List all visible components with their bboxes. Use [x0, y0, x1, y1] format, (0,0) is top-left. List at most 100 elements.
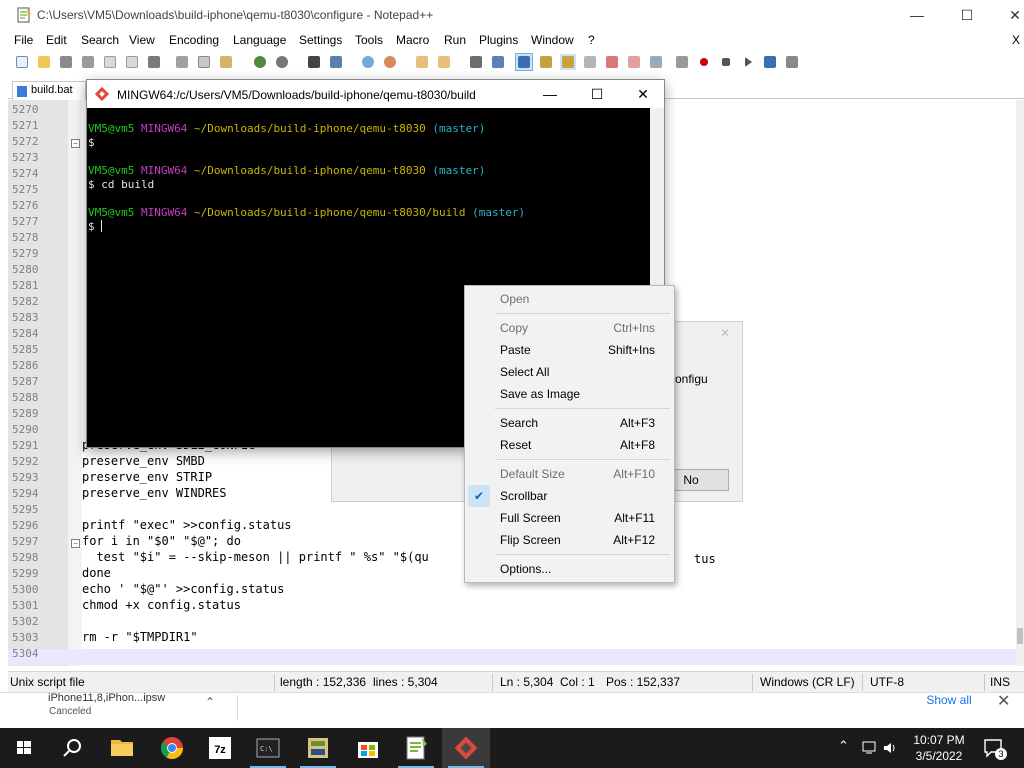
menu-item-copy[interactable]: Copy Ctrl+Ins — [466, 317, 673, 339]
fold-toggle-icon[interactable]: − — [71, 539, 80, 548]
tab-build-bat[interactable]: build.bat — [12, 81, 86, 100]
replace-icon[interactable] — [328, 54, 344, 70]
show-all-characters-icon[interactable] — [490, 54, 506, 70]
show-all-button[interactable]: Show all — [914, 693, 984, 717]
menu-file[interactable]: File — [14, 33, 33, 47]
notepadpp-icon[interactable] — [392, 728, 440, 768]
menu-encoding[interactable]: Encoding — [169, 33, 219, 47]
print-icon[interactable] — [146, 54, 162, 70]
vertical-scrollbar[interactable] — [1016, 100, 1024, 666]
status-encoding[interactable]: UTF-8 — [870, 675, 904, 689]
volume-icon[interactable] — [882, 740, 898, 756]
terminal-titlebar[interactable]: MINGW64:/c/Users/VM5/Downloads/build-iph… — [87, 80, 664, 108]
menu-settings[interactable]: Settings — [299, 33, 342, 47]
sync-vertical-icon[interactable] — [414, 54, 430, 70]
close-button[interactable]: ✕ — [620, 80, 666, 108]
play-macro-multiple-icon[interactable] — [762, 54, 778, 70]
close-file-icon[interactable] — [102, 54, 118, 70]
record-macro-icon[interactable] — [696, 54, 712, 70]
indent-guide-icon[interactable] — [515, 53, 533, 71]
cut-icon[interactable] — [174, 54, 190, 70]
menu-macro[interactable]: Macro — [396, 33, 429, 47]
undo-icon[interactable] — [252, 54, 268, 70]
chrome-icon[interactable] — [148, 728, 196, 768]
fold-toggle-icon[interactable]: − — [71, 139, 80, 148]
folder-workspace-icon[interactable] — [604, 54, 620, 70]
zoom-out-icon[interactable] — [382, 54, 398, 70]
menu-tools[interactable]: Tools — [355, 33, 383, 47]
menu-window[interactable]: Window — [531, 33, 574, 47]
maximize-button[interactable]: ☐ — [574, 80, 620, 108]
menu-edit[interactable]: Edit — [46, 33, 67, 47]
clock[interactable]: 10:07 PM 3/5/2022 — [903, 732, 975, 764]
code-line: echo ' "$@"' >>config.status — [82, 582, 285, 596]
monitoring-icon[interactable] — [626, 54, 642, 70]
menu-item-scrollbar[interactable]: ✔ Scrollbar — [466, 485, 673, 507]
find-icon[interactable] — [306, 54, 322, 70]
close-all-icon[interactable] — [124, 54, 140, 70]
scrollbar-thumb[interactable] — [1017, 628, 1023, 644]
user-language-icon[interactable] — [538, 54, 554, 70]
zoom-in-icon[interactable] — [360, 54, 376, 70]
function-list-icon[interactable] — [582, 54, 598, 70]
menu-item-search[interactable]: Search Alt+F3 — [466, 412, 673, 434]
menu-item-options[interactable]: Options... — [466, 558, 673, 580]
status-file-type: Unix script file — [10, 675, 85, 689]
close-icon[interactable]: ✕ — [720, 326, 730, 340]
play-macro-icon[interactable] — [740, 54, 756, 70]
menu-run[interactable]: Run — [444, 33, 466, 47]
terminal-icon[interactable]: C:\ — [244, 728, 292, 768]
command-line: $ — [88, 220, 103, 233]
word-wrap-icon[interactable] — [468, 54, 484, 70]
maximize-button[interactable]: ☐ — [944, 0, 990, 31]
line-number: 5271 — [12, 119, 39, 132]
status-insert-mode[interactable]: INS — [990, 675, 1010, 689]
paste-icon[interactable] — [218, 54, 234, 70]
network-icon[interactable] — [862, 740, 878, 756]
sync-horizontal-icon[interactable] — [436, 54, 452, 70]
show-eye-icon[interactable] — [648, 54, 664, 70]
menu-item-default-size[interactable]: Default Size Alt+F10 — [466, 463, 673, 485]
close-icon[interactable]: ✕ — [997, 691, 1010, 711]
menu-plugins[interactable]: Plugins — [479, 33, 518, 47]
save-all-icon[interactable] — [80, 54, 96, 70]
close-button[interactable]: ✕ — [992, 0, 1024, 31]
chevron-up-icon[interactable]: ⌃ — [838, 738, 849, 754]
chevron-up-icon[interactable]: ⌃ — [205, 695, 215, 709]
git-bash-icon[interactable] — [442, 728, 490, 768]
file-explorer-icon[interactable] — [98, 728, 146, 768]
document-map-icon[interactable] — [560, 54, 576, 70]
line-number: 5292 — [12, 455, 39, 468]
stop-macro-icon[interactable] — [718, 54, 734, 70]
open-file-icon[interactable] — [36, 54, 52, 70]
new-file-icon[interactable] — [14, 54, 30, 70]
notepadpp-titlebar[interactable]: C:\Users\VM5\Downloads\build-iphone\qemu… — [8, 0, 1024, 31]
menu-search[interactable]: Search — [81, 33, 119, 47]
status-eol[interactable]: Windows (CR LF) — [760, 675, 855, 689]
store-icon[interactable] — [344, 728, 392, 768]
menu-item-save-as-image[interactable]: Save as Image — [466, 383, 673, 405]
search-icon[interactable] — [48, 728, 96, 768]
menu-item-paste[interactable]: Paste Shift+Ins — [466, 339, 673, 361]
toolbar — [8, 51, 1024, 75]
menu-item-full-screen[interactable]: Full Screen Alt+F11 — [466, 507, 673, 529]
save-icon[interactable] — [58, 54, 74, 70]
menu-item-flip-screen[interactable]: Flip Screen Alt+F12 — [466, 529, 673, 551]
git-gui-icon[interactable] — [294, 728, 342, 768]
menu-item-reset[interactable]: Reset Alt+F8 — [466, 434, 673, 456]
menu-item-select-all[interactable]: Select All — [466, 361, 673, 383]
download-filename[interactable]: iPhone11,8,iPhon...ipsw — [48, 692, 165, 704]
save-macro-icon[interactable] — [784, 54, 800, 70]
menu-language[interactable]: Language — [233, 33, 286, 47]
menu-close-document[interactable]: X — [1012, 33, 1020, 47]
redo-icon[interactable] — [274, 54, 290, 70]
menu-item-open[interactable]: Open — [466, 288, 673, 310]
menu-help[interactable]: ? — [588, 33, 595, 47]
windows-start-icon[interactable] — [0, 728, 48, 768]
minimize-button[interactable]: — — [527, 80, 573, 108]
7zip-icon[interactable]: 7z — [196, 728, 244, 768]
preview-icon[interactable] — [674, 54, 690, 70]
minimize-button[interactable]: — — [894, 0, 940, 31]
menu-view[interactable]: View — [129, 33, 155, 47]
copy-icon[interactable] — [196, 54, 212, 70]
